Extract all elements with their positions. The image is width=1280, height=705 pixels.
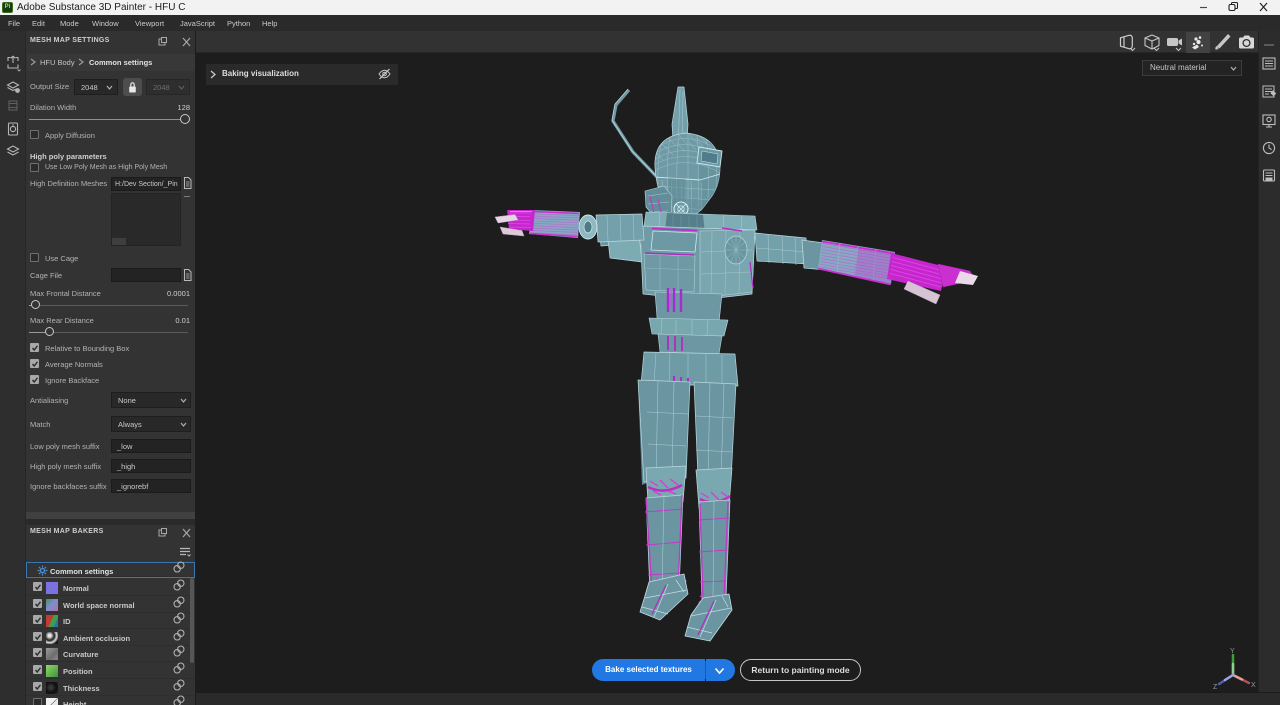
svg-text:Z: Z bbox=[1213, 684, 1218, 691]
svg-text:X: X bbox=[1251, 682, 1256, 689]
svg-text:Y: Y bbox=[1230, 648, 1235, 655]
